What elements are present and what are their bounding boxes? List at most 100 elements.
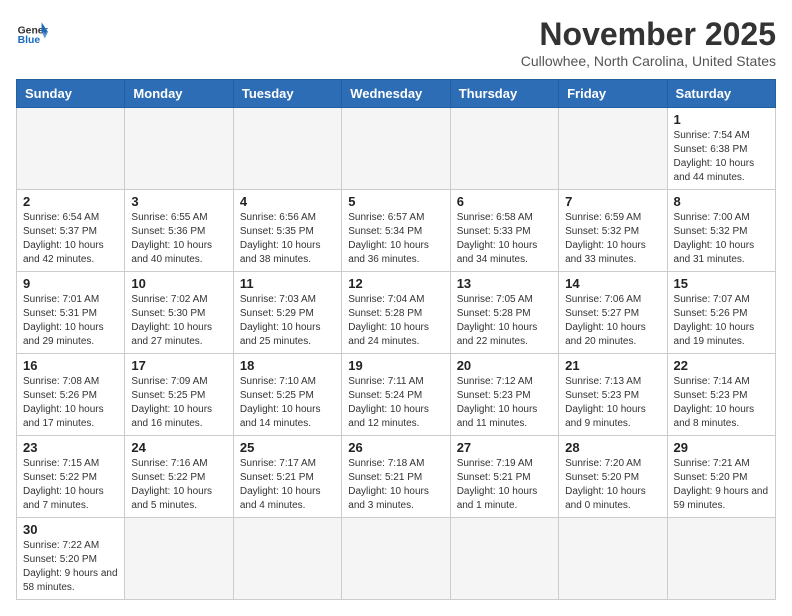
calendar-cell: 27Sunrise: 7:19 AM Sunset: 5:21 PM Dayli… — [450, 436, 558, 518]
day-info: Sunrise: 7:14 AM Sunset: 5:23 PM Dayligh… — [674, 375, 769, 431]
calendar-cell: 6Sunrise: 6:58 AM Sunset: 5:33 PM Daylig… — [450, 190, 558, 272]
calendar-week-row: 30 Sunrise: 7:22 AM Sunset: 5:20 PM Dayli… — [17, 518, 776, 600]
calendar-week-row: 2 Sunrise: 6:54 AM Sunset: 5:37 PM Daylig… — [17, 190, 776, 272]
day-info: Sunrise: 6:56 AM Sunset: 5:35 PM Dayligh… — [240, 211, 335, 267]
day-info: Sunrise: 7:06 AM Sunset: 5:27 PM Dayligh… — [565, 293, 660, 349]
calendar-week-row: 9 Sunrise: 7:01 AM Sunset: 5:31 PM Daylig… — [17, 272, 776, 354]
calendar-cell: 13 Sunrise: 7:05 AM Sunset: 5:28 PM Dayli… — [450, 272, 558, 354]
day-number: 30 — [23, 522, 118, 537]
calendar-cell — [342, 518, 450, 600]
calendar-cell — [125, 108, 233, 190]
day-info: Sunrise: 7:02 AM Sunset: 5:30 PM Dayligh… — [131, 293, 226, 349]
day-number: 5 — [348, 194, 443, 209]
calendar-cell: 25Sunrise: 7:17 AM Sunset: 5:21 PM Dayli… — [233, 436, 341, 518]
calendar-cell: 29 Sunrise: 7:21 AM Sunset: 5:20 PM Dayli… — [667, 436, 775, 518]
calendar-week-row: 23Sunrise: 7:15 AM Sunset: 5:22 PM Dayli… — [17, 436, 776, 518]
day-info: Sunrise: 7:11 AM Sunset: 5:24 PM Dayligh… — [348, 375, 443, 431]
calendar-cell: 11 Sunrise: 7:03 AM Sunset: 5:29 PM Dayli… — [233, 272, 341, 354]
svg-text:Blue: Blue — [18, 35, 41, 46]
calendar-cell: 28Sunrise: 7:20 AM Sunset: 5:20 PM Dayli… — [559, 436, 667, 518]
calendar-cell: 23Sunrise: 7:15 AM Sunset: 5:22 PM Dayli… — [17, 436, 125, 518]
calendar-cell — [125, 518, 233, 600]
day-header-wednesday: Wednesday — [342, 80, 450, 108]
day-info: Sunrise: 7:05 AM Sunset: 5:28 PM Dayligh… — [457, 293, 552, 349]
day-number: 4 — [240, 194, 335, 209]
calendar-cell — [559, 108, 667, 190]
day-header-sunday: Sunday — [17, 80, 125, 108]
calendar-cell: 30 Sunrise: 7:22 AM Sunset: 5:20 PM Dayli… — [17, 518, 125, 600]
day-number: 24 — [131, 440, 226, 455]
calendar-cell: 14 Sunrise: 7:06 AM Sunset: 5:27 PM Dayli… — [559, 272, 667, 354]
day-info: Sunrise: 7:03 AM Sunset: 5:29 PM Dayligh… — [240, 293, 335, 349]
day-info: Sunrise: 6:58 AM Sunset: 5:33 PM Dayligh… — [457, 211, 552, 267]
day-info: Sunrise: 6:57 AM Sunset: 5:34 PM Dayligh… — [348, 211, 443, 267]
calendar-cell — [450, 518, 558, 600]
calendar-cell — [233, 518, 341, 600]
calendar-cell: 17Sunrise: 7:09 AM Sunset: 5:25 PM Dayli… — [125, 354, 233, 436]
day-info: Sunrise: 6:59 AM Sunset: 5:32 PM Dayligh… — [565, 211, 660, 267]
day-number: 23 — [23, 440, 118, 455]
day-info: Sunrise: 7:13 AM Sunset: 5:23 PM Dayligh… — [565, 375, 660, 431]
day-number: 10 — [131, 276, 226, 291]
calendar-cell: 18Sunrise: 7:10 AM Sunset: 5:25 PM Dayli… — [233, 354, 341, 436]
day-number: 8 — [674, 194, 769, 209]
day-info: Sunrise: 7:04 AM Sunset: 5:28 PM Dayligh… — [348, 293, 443, 349]
day-number: 25 — [240, 440, 335, 455]
day-number: 12 — [348, 276, 443, 291]
page-header: General Blue November 2025 Cullowhee, No… — [16, 16, 776, 69]
calendar-cell — [450, 108, 558, 190]
day-number: 26 — [348, 440, 443, 455]
logo-icon: General Blue — [16, 16, 48, 48]
day-number: 9 — [23, 276, 118, 291]
calendar-cell: 16Sunrise: 7:08 AM Sunset: 5:26 PM Dayli… — [17, 354, 125, 436]
day-info: Sunrise: 7:21 AM Sunset: 5:20 PM Dayligh… — [674, 457, 769, 513]
calendar-cell: 9 Sunrise: 7:01 AM Sunset: 5:31 PM Daylig… — [17, 272, 125, 354]
day-number: 20 — [457, 358, 552, 373]
day-info: Sunrise: 7:09 AM Sunset: 5:25 PM Dayligh… — [131, 375, 226, 431]
day-info: Sunrise: 7:54 AM Sunset: 6:38 PM Dayligh… — [674, 129, 769, 185]
day-number: 15 — [674, 276, 769, 291]
day-number: 29 — [674, 440, 769, 455]
calendar-cell: 21Sunrise: 7:13 AM Sunset: 5:23 PM Dayli… — [559, 354, 667, 436]
day-info: Sunrise: 7:00 AM Sunset: 5:32 PM Dayligh… — [674, 211, 769, 267]
month-year-title: November 2025 — [521, 16, 776, 53]
day-number: 22 — [674, 358, 769, 373]
day-info: Sunrise: 7:01 AM Sunset: 5:31 PM Dayligh… — [23, 293, 118, 349]
day-number: 7 — [565, 194, 660, 209]
day-info: Sunrise: 7:19 AM Sunset: 5:21 PM Dayligh… — [457, 457, 552, 513]
day-info: Sunrise: 6:54 AM Sunset: 5:37 PM Dayligh… — [23, 211, 118, 267]
day-info: Sunrise: 7:18 AM Sunset: 5:21 PM Dayligh… — [348, 457, 443, 513]
calendar-cell: 15Sunrise: 7:07 AM Sunset: 5:26 PM Dayli… — [667, 272, 775, 354]
calendar-cell: 19Sunrise: 7:11 AM Sunset: 5:24 PM Dayli… — [342, 354, 450, 436]
day-number: 13 — [457, 276, 552, 291]
day-header-saturday: Saturday — [667, 80, 775, 108]
calendar-cell — [233, 108, 341, 190]
calendar-cell: 3Sunrise: 6:55 AM Sunset: 5:36 PM Daylig… — [125, 190, 233, 272]
calendar-cell: 24 Sunrise: 7:16 AM Sunset: 5:22 PM Dayli… — [125, 436, 233, 518]
calendar-cell: 20 Sunrise: 7:12 AM Sunset: 5:23 PM Dayli… — [450, 354, 558, 436]
calendar-header-row: SundayMondayTuesdayWednesdayThursdayFrid… — [17, 80, 776, 108]
calendar-table: SundayMondayTuesdayWednesdayThursdayFrid… — [16, 79, 776, 600]
day-info: Sunrise: 7:10 AM Sunset: 5:25 PM Dayligh… — [240, 375, 335, 431]
day-info: Sunrise: 7:16 AM Sunset: 5:22 PM Dayligh… — [131, 457, 226, 513]
day-number: 28 — [565, 440, 660, 455]
calendar-cell: 10 Sunrise: 7:02 AM Sunset: 5:30 PM Dayli… — [125, 272, 233, 354]
calendar-cell — [17, 108, 125, 190]
calendar-cell: 8 Sunrise: 7:00 AM Sunset: 5:32 PM Daylig… — [667, 190, 775, 272]
title-block: November 2025 Cullowhee, North Carolina,… — [521, 16, 776, 69]
day-number: 14 — [565, 276, 660, 291]
calendar-cell: 5 Sunrise: 6:57 AM Sunset: 5:34 PM Daylig… — [342, 190, 450, 272]
day-header-tuesday: Tuesday — [233, 80, 341, 108]
day-info: Sunrise: 7:12 AM Sunset: 5:23 PM Dayligh… — [457, 375, 552, 431]
calendar-cell — [559, 518, 667, 600]
day-number: 16 — [23, 358, 118, 373]
day-info: Sunrise: 6:55 AM Sunset: 5:36 PM Dayligh… — [131, 211, 226, 267]
calendar-cell: 4 Sunrise: 6:56 AM Sunset: 5:35 PM Daylig… — [233, 190, 341, 272]
day-number: 2 — [23, 194, 118, 209]
calendar-cell: 22 Sunrise: 7:14 AM Sunset: 5:23 PM Dayli… — [667, 354, 775, 436]
day-header-monday: Monday — [125, 80, 233, 108]
calendar-cell — [667, 518, 775, 600]
day-info: Sunrise: 7:22 AM Sunset: 5:20 PM Dayligh… — [23, 539, 118, 595]
day-number: 11 — [240, 276, 335, 291]
calendar-cell: 26 Sunrise: 7:18 AM Sunset: 5:21 PM Dayli… — [342, 436, 450, 518]
